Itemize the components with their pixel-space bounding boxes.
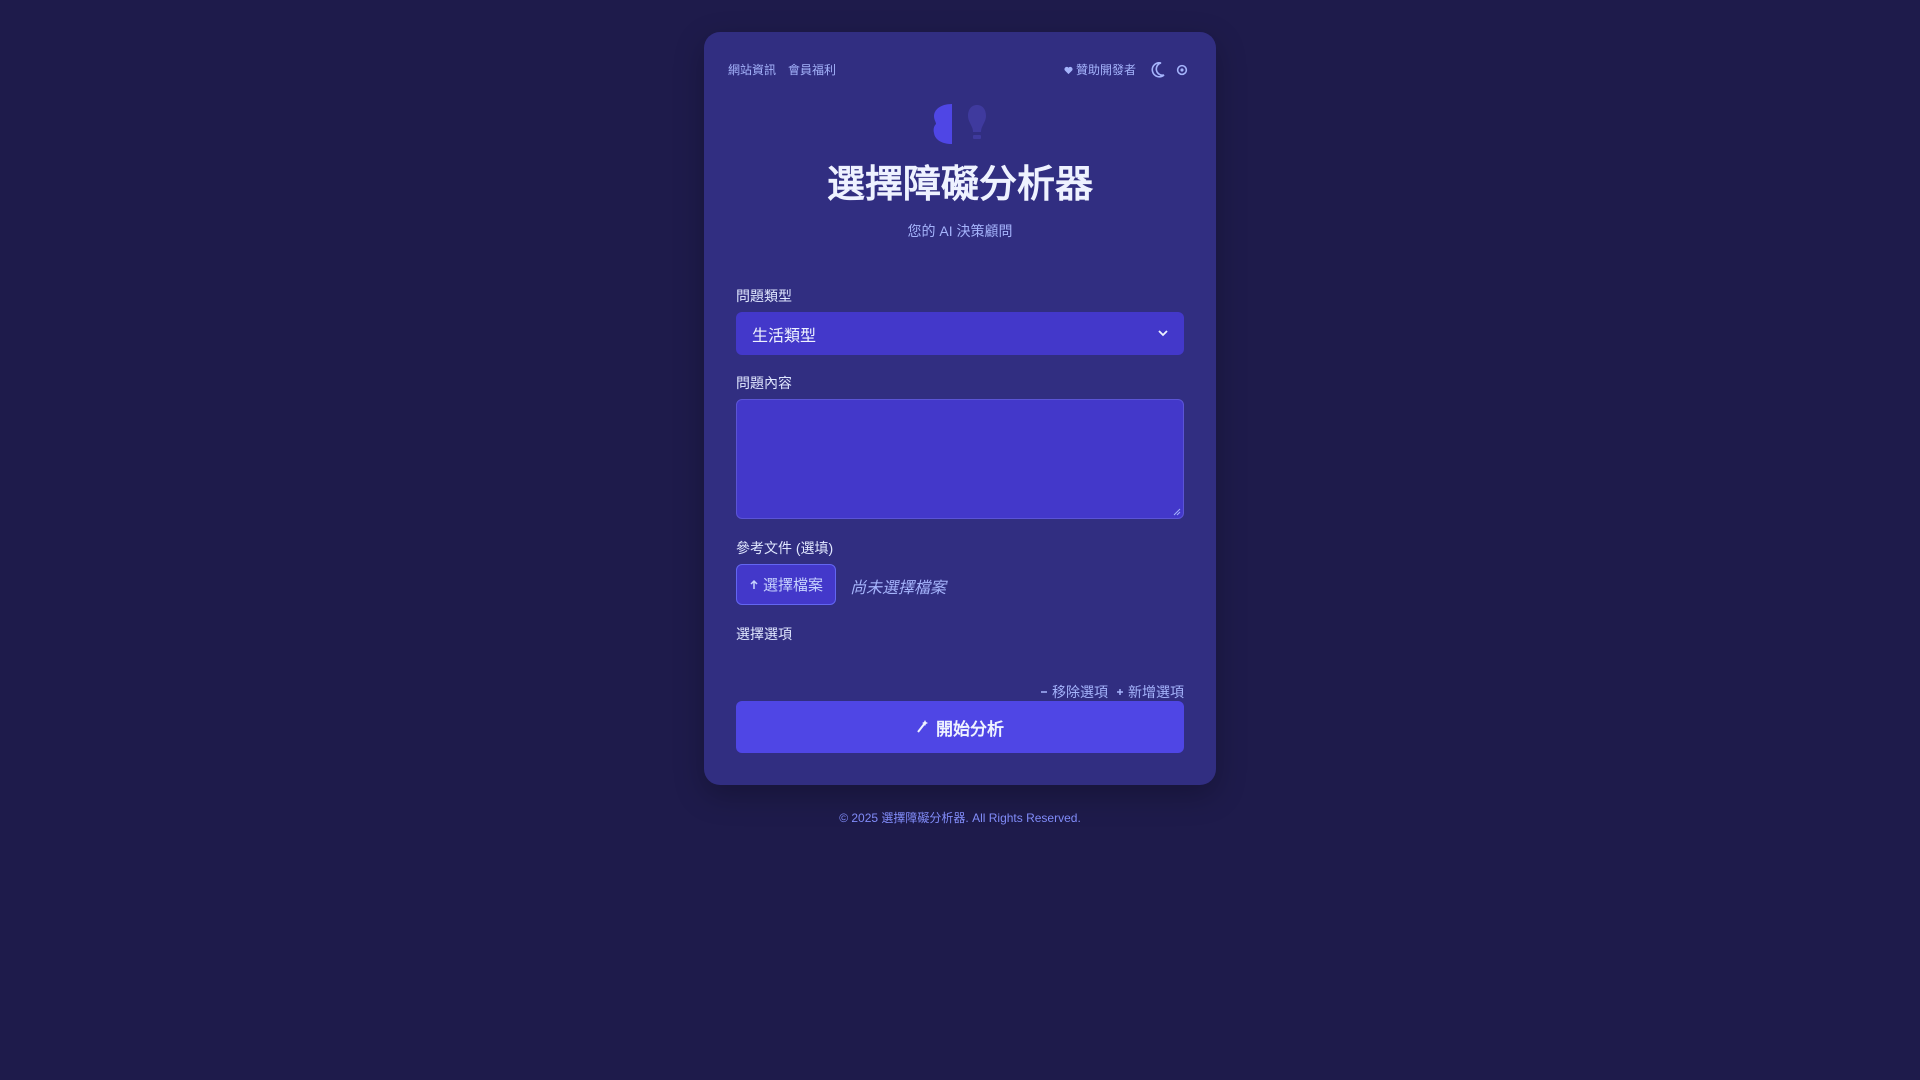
lightbulb-icon xyxy=(966,102,988,146)
start-analysis-button[interactable]: 開始分析 xyxy=(736,701,1184,753)
remove-option-label: 移除選項 xyxy=(1052,684,1108,700)
member-benefits-link[interactable]: 會員福利 xyxy=(788,60,836,80)
main-card: 網站資訊 會員福利 贊助開發者 選擇障礙分析器 您的 AI 決策顧問 問題類型 … xyxy=(704,32,1216,785)
magic-icon xyxy=(917,720,928,733)
choose-file-label: 選擇檔案 xyxy=(762,577,823,594)
footer-copyright: © 2025 選擇障礙分析器. All Rights Reserved. xyxy=(839,811,1081,825)
question-type-value: 生活類型 xyxy=(752,327,817,345)
site-info-link[interactable]: 網站資訊 xyxy=(728,60,776,80)
top-nav: 網站資訊 會員福利 贊助開發者 xyxy=(728,60,1192,80)
file-status-text: 尚未選擇檔案 xyxy=(850,580,947,597)
question-type-select[interactable]: 生活類型 xyxy=(736,312,1184,355)
choose-file-button[interactable]: 選擇檔案 xyxy=(736,564,836,605)
theme-toggle-button[interactable] xyxy=(1148,60,1168,80)
add-option-button[interactable]: 新增選項 xyxy=(1116,682,1184,702)
sponsor-link[interactable]: 贊助開發者 xyxy=(1064,60,1136,80)
question-type-label: 問題類型 xyxy=(736,288,792,304)
resize-grip-icon[interactable] xyxy=(1173,508,1181,516)
chevron-down-icon xyxy=(1158,330,1168,337)
settings-button[interactable] xyxy=(1172,60,1192,80)
page-title: 選擇障礙分析器 xyxy=(826,164,1093,206)
sponsor-label: 贊助開發者 xyxy=(1075,63,1136,77)
upload-icon xyxy=(750,579,758,589)
reference-file-label: 參考文件 (選填) xyxy=(736,540,834,556)
minus-icon xyxy=(1041,691,1047,693)
question-content-label: 問題內容 xyxy=(736,375,792,391)
logo xyxy=(704,102,1216,146)
brain-icon xyxy=(932,102,954,146)
plus-icon xyxy=(1117,689,1123,695)
moon-icon xyxy=(1151,62,1165,78)
remove-option-button[interactable]: 移除選項 xyxy=(1040,682,1108,702)
question-content-textarea[interactable] xyxy=(736,399,1184,519)
settings-icon xyxy=(1176,64,1188,76)
page-subtitle: 您的 AI 決策顧問 xyxy=(907,223,1013,239)
heart-icon xyxy=(1064,66,1073,74)
options-label: 選擇選項 xyxy=(736,626,792,642)
start-analysis-label: 開始分析 xyxy=(936,719,1004,739)
add-option-label: 新增選項 xyxy=(1128,684,1184,700)
option-actions: 移除選項 新增選項 xyxy=(1040,682,1184,702)
